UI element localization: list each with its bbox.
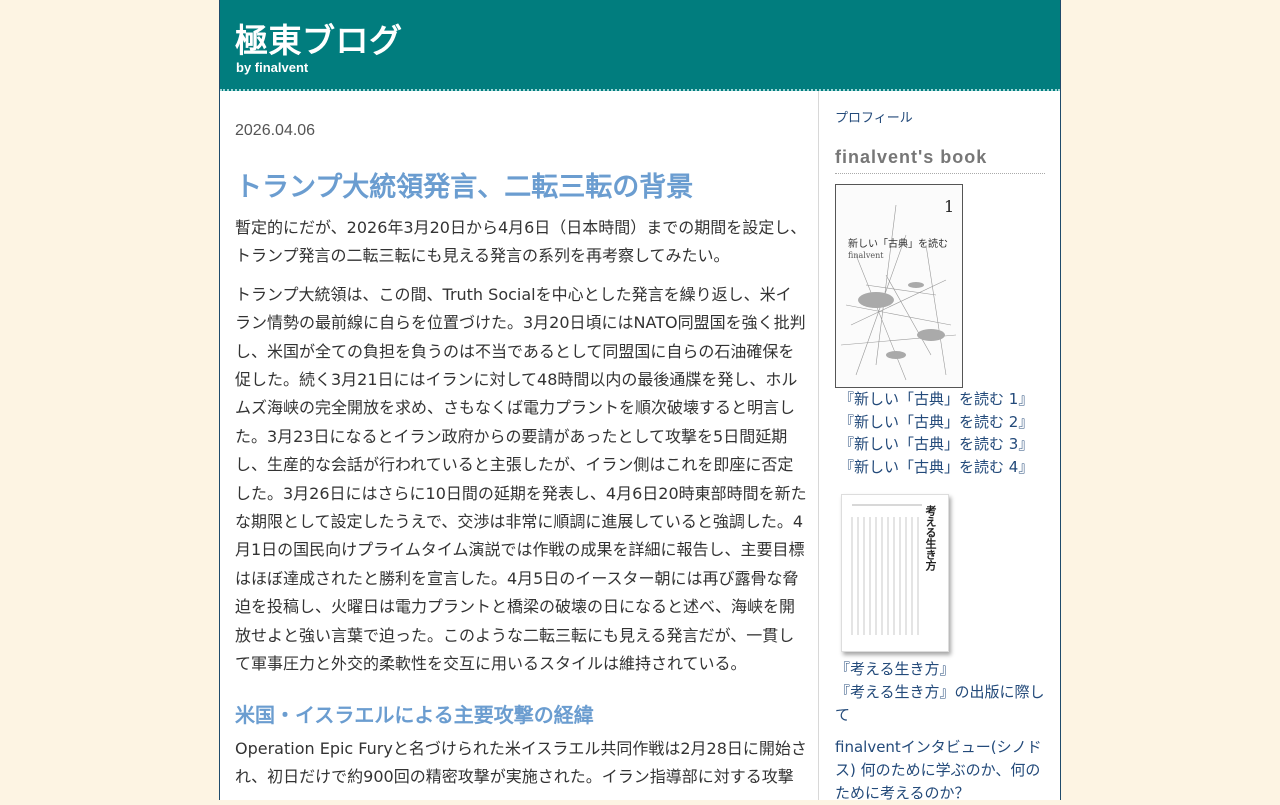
cover-volume-number: 1 xyxy=(944,197,955,216)
profile-link[interactable]: プロフィール xyxy=(835,107,913,126)
cover-title: 新しい「古典」を読む xyxy=(848,239,948,250)
cover-author: finalvent xyxy=(848,251,884,260)
post-paragraph: Operation Epic Furyと名づけられた米イスラエル共同作戦は2月2… xyxy=(235,738,807,787)
page-container: 極東ブログ by finalvent 2026.04.06 トランプ大統領発言、… xyxy=(219,0,1061,802)
book-link[interactable]: 『考える生き方』の出版に際して xyxy=(835,681,1045,727)
post-title[interactable]: トランプ大統領発言、二転三転の背景 xyxy=(235,165,693,204)
post-body: 暫定的にだが、2026年3月20日から4月6日（日本時間）までの期間を設定し、ト… xyxy=(235,214,807,800)
book-link[interactable]: 『新しい「古典」を読む 2』 xyxy=(839,411,1033,434)
blog-header: 極東ブログ by finalvent xyxy=(220,0,1060,91)
book-link-list-2: 『考える生き方』 『考える生き方』の出版に際して xyxy=(835,658,1045,727)
site-title[interactable]: 極東ブログ xyxy=(235,14,403,62)
post-paragraph: 暫定的にだが、2026年3月20日から4月6日（日本時間）までの期間を設定し、ト… xyxy=(235,218,807,266)
post-date: 2026.04.06 xyxy=(235,122,316,139)
book-link-list: 『新しい「古典」を読む 1』 『新しい「古典」を読む 2』 『新しい「古典」を読… xyxy=(839,388,1033,478)
book-cover-image-2[interactable]: 考える生き方 xyxy=(841,494,949,652)
book-cover-image[interactable]: 1 新しい「古典」を読む finalvent xyxy=(835,184,963,388)
site-subtitle: by finalvent xyxy=(236,60,309,75)
book-link[interactable]: 『新しい「古典」を読む 4』 xyxy=(839,456,1033,479)
interview-link[interactable]: finalventインタビュー(シノドス) 何のために学ぶのか、何のために考える… xyxy=(835,736,1045,805)
book-link[interactable]: 『考える生き方』 xyxy=(835,658,1045,681)
main-content: 2026.04.06 トランプ大統領発言、二転三転の背景 暫定的にだが、2026… xyxy=(220,91,819,800)
book-section-heading: finalvent's book xyxy=(835,147,1045,174)
post-paragraph: トランプ大統領は、この間、Truth Socialを中心とした発言を繰り返し、米… xyxy=(235,284,807,674)
section-heading: 米国・イスラエルによる主要攻撃の経緯 xyxy=(235,702,594,727)
book-link[interactable]: 『新しい「古典」を読む 1』 xyxy=(839,388,1033,411)
cover2-title: 考える生き方 xyxy=(924,505,937,571)
book-link[interactable]: 『新しい「古典」を読む 3』 xyxy=(839,433,1033,456)
interview-link-block: finalventインタビュー(シノドス) 何のために学ぶのか、何のために考える… xyxy=(835,736,1045,805)
